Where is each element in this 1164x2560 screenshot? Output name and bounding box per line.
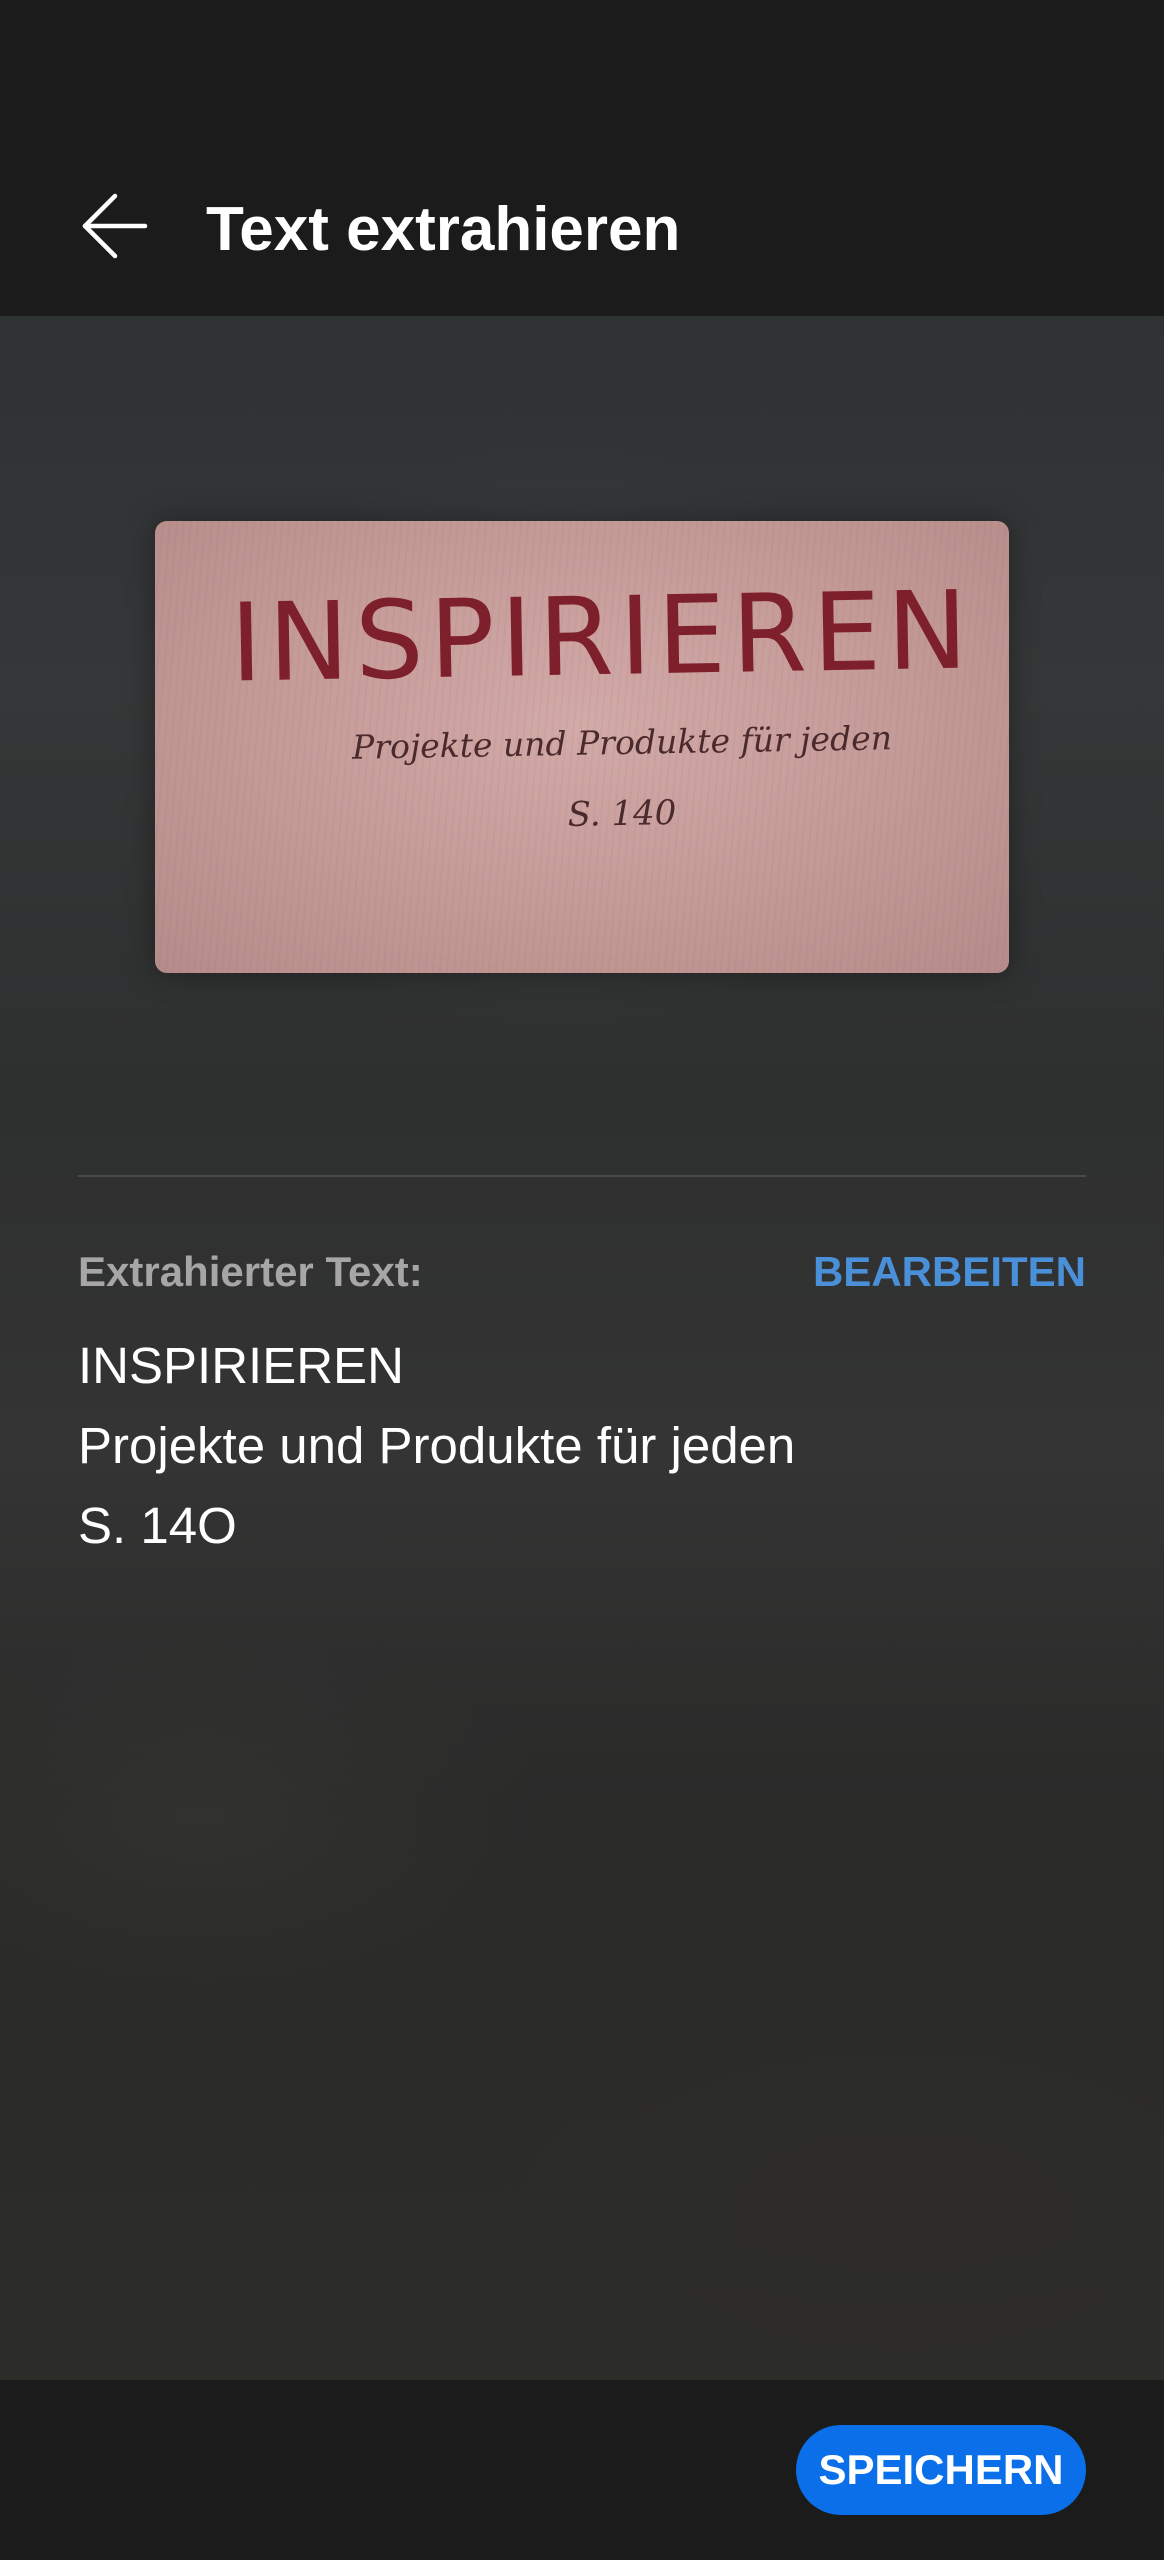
- image-preview: INSPIRIEREN Projekte und Produkte für je…: [155, 521, 1009, 973]
- extracted-text-line: Projekte und Produkte für jeden: [78, 1417, 796, 1474]
- extracted-text-block[interactable]: INSPIRIEREN Projekte und Produkte für je…: [78, 1326, 1086, 1566]
- edit-button[interactable]: BEARBEITEN: [813, 1246, 1086, 1298]
- divider: [78, 1175, 1086, 1177]
- extracted-text-label: Extrahierter Text:: [78, 1248, 423, 1295]
- arrow-left-icon: [82, 193, 148, 259]
- page-title: Text extrahieren: [206, 195, 681, 264]
- preview-subtitle-text: Projekte und Produkte für jeden: [351, 718, 893, 767]
- save-button[interactable]: SPEICHERN: [796, 2425, 1086, 2515]
- extracted-text-line: S. 14O: [78, 1497, 237, 1554]
- bottom-bar: SPEICHERN: [0, 2380, 1164, 2560]
- app-bar: Text extrahieren: [0, 140, 1164, 316]
- preview-page-text: S. 140: [567, 793, 677, 835]
- extracted-text-line: INSPIRIEREN: [78, 1337, 404, 1394]
- back-button[interactable]: [60, 176, 170, 276]
- status-bar: [0, 0, 1164, 140]
- preview-heading-text: INSPIRIEREN: [229, 568, 975, 707]
- text-extraction-screen: Text extrahieren INSPIRIEREN Projekte un…: [0, 0, 1164, 2560]
- content-area: INSPIRIEREN Projekte und Produkte für je…: [0, 316, 1164, 2380]
